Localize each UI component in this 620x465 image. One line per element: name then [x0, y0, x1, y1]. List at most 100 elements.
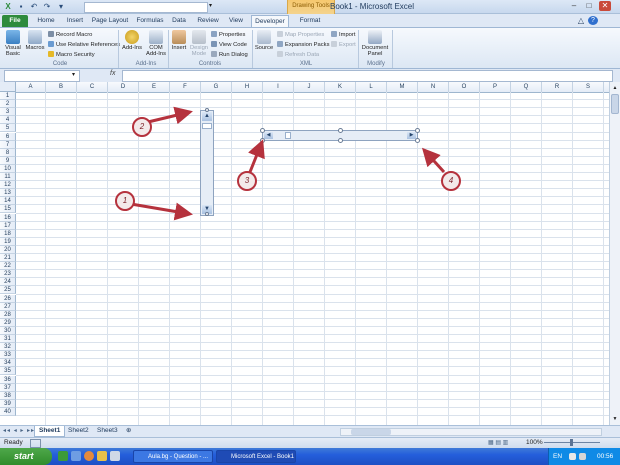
use-relative-references-button[interactable]: Use Relative References: [48, 41, 120, 49]
firefox-icon[interactable]: [84, 451, 94, 461]
row-header[interactable]: 15: [0, 205, 16, 214]
row-header[interactable]: 8: [0, 148, 16, 157]
volume-icon[interactable]: [579, 453, 586, 460]
refresh-data-button[interactable]: Refresh Data: [277, 51, 319, 59]
save-icon[interactable]: ▪: [16, 2, 26, 12]
row-header[interactable]: 13: [0, 189, 16, 198]
minimize-ribbon-icon[interactable]: △: [576, 15, 586, 27]
map-properties-button[interactable]: Map Properties: [277, 31, 324, 39]
row-header[interactable]: 21: [0, 254, 16, 263]
help-icon[interactable]: ?: [588, 16, 598, 25]
row-header[interactable]: 24: [0, 278, 16, 287]
sheet-tab-sheet1[interactable]: Sheet1: [34, 426, 66, 437]
row-header[interactable]: 18: [0, 229, 16, 238]
tab-page-layout[interactable]: Page Layout: [90, 15, 130, 27]
row-header[interactable]: 2: [0, 100, 16, 109]
zoom-slider-thumb[interactable]: [570, 439, 573, 446]
insert-control-button[interactable]: Insert: [170, 30, 188, 51]
row-header[interactable]: 11: [0, 173, 16, 182]
row-header[interactable]: 27: [0, 302, 16, 311]
row-header[interactable]: 19: [0, 237, 16, 246]
row-header[interactable]: 26: [0, 294, 16, 303]
view-buttons-icon[interactable]: ▦ ▤ ▥: [488, 439, 508, 446]
tab-home[interactable]: Home: [33, 15, 59, 27]
record-macro-button[interactable]: Record Macro: [48, 31, 92, 39]
taskbar-item-excel[interactable]: Microsoft Excel - Book1: [216, 450, 296, 463]
insert-sheet-icon[interactable]: ⊕: [122, 426, 135, 436]
row-header[interactable]: 6: [0, 132, 16, 141]
tab-review[interactable]: Review: [194, 15, 222, 27]
tab-insert[interactable]: Insert: [62, 15, 88, 27]
window-vertical-scrollbar[interactable]: ▲ ▼: [609, 82, 620, 425]
visual-basic-button[interactable]: Visual Basic: [3, 30, 23, 57]
folder-icon[interactable]: [97, 451, 107, 461]
horizontal-scrollbar[interactable]: [340, 428, 602, 436]
xml-source-button[interactable]: Source: [254, 30, 274, 51]
row-header[interactable]: 28: [0, 310, 16, 319]
row-header[interactable]: 9: [0, 156, 16, 165]
tab-format[interactable]: Format: [292, 15, 328, 27]
redo-icon[interactable]: ↷: [42, 2, 52, 12]
row-header[interactable]: 14: [0, 197, 16, 206]
zoom-level[interactable]: 100%: [526, 439, 543, 446]
sheet-tab-sheet2[interactable]: Sheet2: [64, 426, 93, 436]
row-header[interactable]: 35: [0, 367, 16, 376]
row-header[interactable]: 17: [0, 221, 16, 230]
macros-button[interactable]: Macros: [25, 30, 45, 51]
add-ins-button[interactable]: Add-Ins: [121, 30, 143, 51]
tab-data[interactable]: Data: [168, 15, 190, 27]
undo-icon[interactable]: ↶: [29, 2, 39, 12]
row-header[interactable]: 3: [0, 108, 16, 117]
tab-view[interactable]: View: [225, 15, 247, 27]
row-header[interactable]: 7: [0, 140, 16, 149]
row-header[interactable]: 12: [0, 181, 16, 190]
qat-combo[interactable]: [84, 2, 208, 13]
tab-formulas[interactable]: Formulas: [134, 15, 166, 27]
excel-quicklaunch-icon[interactable]: [58, 451, 68, 461]
row-header[interactable]: 25: [0, 286, 16, 295]
row-header[interactable]: 20: [0, 245, 16, 254]
run-dialog-button[interactable]: Run Dialog: [211, 51, 248, 59]
row-header[interactable]: 37: [0, 383, 16, 392]
tab-file[interactable]: File: [2, 15, 28, 27]
row-header[interactable]: 10: [0, 164, 16, 173]
row-header[interactable]: 33: [0, 351, 16, 360]
row-header[interactable]: 23: [0, 270, 16, 279]
tray-icon[interactable]: [569, 453, 576, 460]
macro-security-button[interactable]: Macro Security: [48, 51, 95, 59]
document-panel-button[interactable]: Document Panel: [361, 30, 389, 57]
row-header[interactable]: 5: [0, 124, 16, 133]
com-add-ins-button[interactable]: COM Add-Ins: [145, 30, 167, 57]
row-header[interactable]: 22: [0, 262, 16, 271]
row-header[interactable]: 4: [0, 116, 16, 125]
insert-function-button[interactable]: fx: [110, 70, 115, 77]
row-header[interactable]: 34: [0, 359, 16, 368]
row-header[interactable]: 39: [0, 399, 16, 408]
row-header[interactable]: 30: [0, 326, 16, 335]
export-button[interactable]: Export: [331, 41, 356, 49]
quicklaunch-icon[interactable]: [110, 451, 120, 461]
view-code-button[interactable]: View Code: [211, 41, 247, 49]
start-button[interactable]: start: [0, 448, 52, 465]
formula-input[interactable]: [122, 70, 613, 82]
scroll-down-icon[interactable]: ▼: [611, 415, 619, 423]
scroll-thumb[interactable]: [611, 94, 619, 114]
row-header[interactable]: 31: [0, 335, 16, 344]
import-button[interactable]: Import: [331, 31, 355, 39]
quicklaunch-icon[interactable]: [71, 451, 81, 461]
design-mode-button[interactable]: Design Mode: [189, 30, 209, 57]
name-box-dropdown-icon[interactable]: ▾: [72, 71, 75, 78]
sheet-tab-sheet3[interactable]: Sheet3: [93, 426, 122, 436]
name-box[interactable]: [4, 70, 80, 82]
row-header[interactable]: 29: [0, 318, 16, 327]
scroll-up-icon[interactable]: ▲: [611, 84, 619, 92]
row-header[interactable]: 40: [0, 407, 16, 416]
maximize-button[interactable]: □: [583, 1, 595, 11]
customize-qat-icon[interactable]: ▾: [56, 2, 66, 12]
horizontal-scroll-thumb[interactable]: [351, 429, 391, 435]
macro-record-icon[interactable]: [30, 439, 41, 448]
row-header[interactable]: 16: [0, 213, 16, 222]
row-header[interactable]: 32: [0, 343, 16, 352]
row-header[interactable]: 36: [0, 375, 16, 384]
minimize-button[interactable]: –: [568, 1, 580, 11]
